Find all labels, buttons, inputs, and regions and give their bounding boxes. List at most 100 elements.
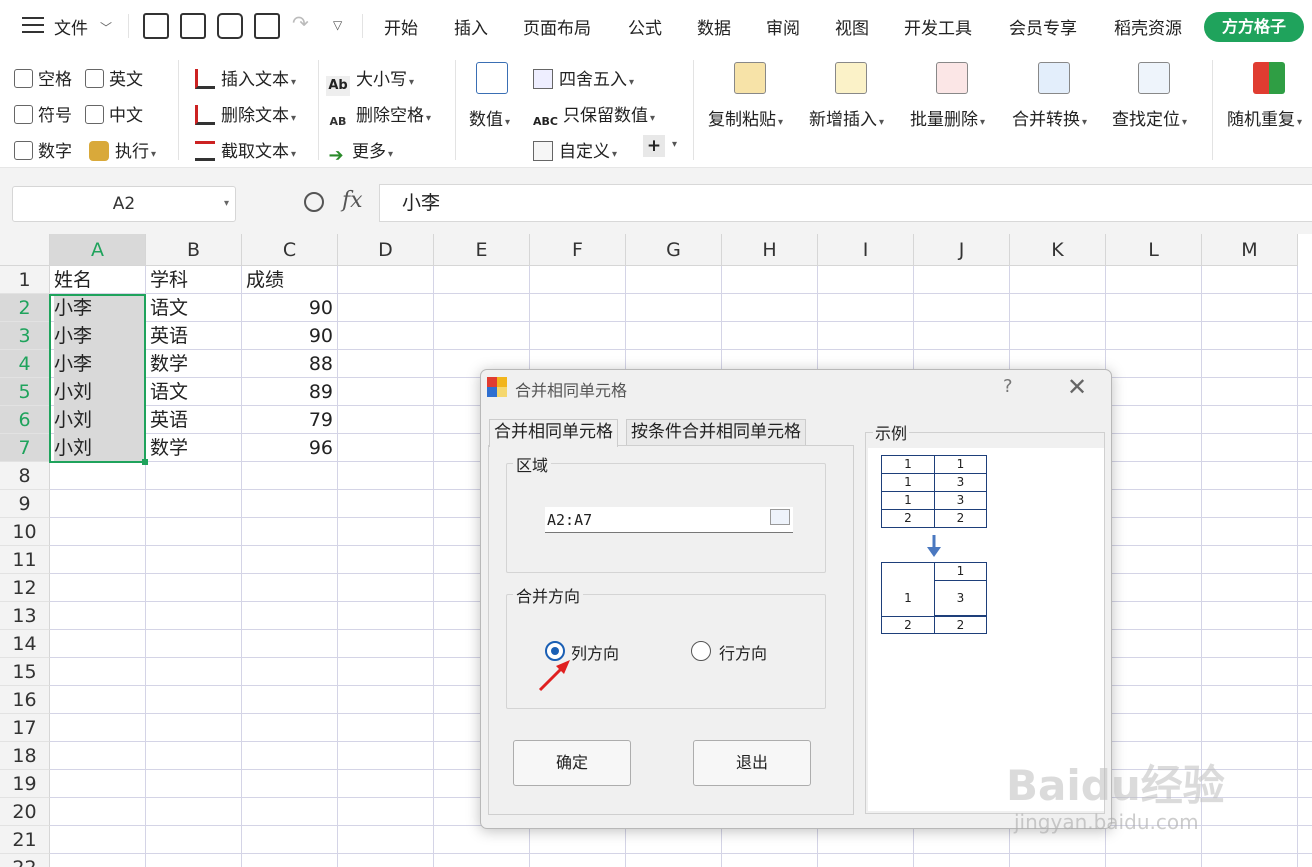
tab-page-layout[interactable]: 页面布局 — [523, 14, 591, 39]
cell[interactable]: 姓名 — [54, 266, 145, 294]
row-header[interactable]: 14 — [0, 630, 50, 658]
row-header[interactable]: 7 — [0, 434, 50, 462]
zoom-icon[interactable] — [304, 192, 324, 212]
row-header[interactable]: 17 — [0, 714, 50, 742]
column-header[interactable]: J — [914, 234, 1010, 266]
cell[interactable]: 英语 — [150, 406, 241, 434]
cell[interactable]: 小李 — [54, 294, 145, 322]
chevron-down-icon[interactable]: ﹀ — [100, 19, 112, 36]
radio-row[interactable] — [691, 641, 711, 661]
delete-text-button[interactable]: 删除文本 ▾ — [195, 101, 296, 126]
row-header[interactable]: 19 — [0, 770, 50, 798]
cell[interactable]: 学科 — [150, 266, 241, 294]
cell[interactable]: 语文 — [150, 378, 241, 406]
random-repeat-button[interactable]: 随机重复 ▾ — [1227, 105, 1302, 130]
row-header[interactable]: 8 — [0, 462, 50, 490]
cell[interactable]: 96 — [242, 434, 337, 462]
find-locate-button[interactable]: 查找定位 ▾ — [1112, 105, 1187, 130]
checkbox-icon[interactable] — [14, 141, 33, 160]
column-header[interactable]: A — [50, 234, 146, 266]
export-icon[interactable] — [180, 13, 206, 39]
tab-data[interactable]: 数据 — [697, 14, 731, 39]
tab-start[interactable]: 开始 — [384, 14, 418, 39]
insert-new-icon[interactable] — [835, 62, 867, 94]
tab-formula[interactable]: 公式 — [628, 14, 662, 39]
checkbox-icon[interactable] — [85, 69, 104, 88]
cell[interactable]: 小刘 — [54, 434, 145, 462]
cell[interactable]: 数学 — [150, 434, 241, 462]
remove-space-button[interactable]: AB 删除空格 ▾ — [326, 101, 431, 132]
cell[interactable]: 小刘 — [54, 378, 145, 406]
row-header[interactable]: 5 — [0, 378, 50, 406]
more-quick-icon[interactable]: ▽ — [333, 18, 342, 32]
row-header[interactable]: 9 — [0, 490, 50, 518]
save-icon[interactable] — [143, 13, 169, 39]
check-chinese[interactable]: 中文 — [85, 101, 143, 126]
check-space[interactable]: 空格 — [14, 65, 72, 90]
print-preview-icon[interactable] — [254, 13, 280, 39]
row-header[interactable]: 21 — [0, 826, 50, 854]
row-header[interactable]: 4 — [0, 350, 50, 378]
radio-column-label[interactable]: 列方向 — [571, 640, 619, 664]
row-header[interactable]: 15 — [0, 658, 50, 686]
cell[interactable]: 小李 — [54, 350, 145, 378]
custom-button[interactable]: 自定义 ▾ — [533, 137, 617, 162]
name-box[interactable]: A2 ▾ — [12, 186, 236, 222]
execute-button[interactable]: 执行 ▾ — [89, 137, 156, 162]
row-header[interactable]: 3 — [0, 322, 50, 350]
cell[interactable]: 90 — [242, 294, 337, 322]
batch-delete-icon[interactable] — [936, 62, 968, 94]
row-header[interactable]: 20 — [0, 798, 50, 826]
tab-docer[interactable]: 稻壳资源 — [1114, 14, 1182, 39]
column-header[interactable]: I — [818, 234, 914, 266]
row-header[interactable]: 2 — [0, 294, 50, 322]
row-header[interactable]: 12 — [0, 574, 50, 602]
tab-insert[interactable]: 插入 — [454, 14, 488, 39]
column-header[interactable]: M — [1202, 234, 1298, 266]
column-header[interactable]: K — [1010, 234, 1106, 266]
extract-text-button[interactable]: 截取文本 ▾ — [195, 137, 296, 162]
fill-handle[interactable] — [142, 459, 148, 465]
row-header[interactable]: 1 — [0, 266, 50, 294]
cell[interactable]: 89 — [242, 378, 337, 406]
round-button[interactable]: 四舍五入 ▾ — [533, 65, 634, 90]
copy-paste-button[interactable]: 复制粘贴 ▾ — [708, 105, 783, 130]
merge-convert-icon[interactable] — [1038, 62, 1070, 94]
print-icon[interactable] — [217, 13, 243, 39]
name-box-dropdown-icon[interactable]: ▾ — [224, 187, 229, 221]
checkbox-icon[interactable] — [14, 69, 33, 88]
cell[interactable]: 90 — [242, 322, 337, 350]
radio-row-label[interactable]: 行方向 — [719, 640, 767, 664]
column-header[interactable]: E — [434, 234, 530, 266]
column-header[interactable]: B — [146, 234, 242, 266]
tab-ffcell[interactable]: 方方格子 — [1204, 12, 1304, 42]
cell[interactable]: 数学 — [150, 350, 241, 378]
exit-button[interactable]: 退出 — [693, 740, 811, 786]
cell[interactable]: 语文 — [150, 294, 241, 322]
more-button[interactable]: ➔ 更多 ▾ — [326, 137, 393, 166]
ok-button[interactable]: 确定 — [513, 740, 631, 786]
row-header[interactable]: 16 — [0, 686, 50, 714]
keep-value-button[interactable]: ABC 只保留数值 ▾ — [533, 101, 655, 132]
cell[interactable]: 小李 — [54, 322, 145, 350]
check-number[interactable]: 数字 — [14, 137, 72, 162]
column-header[interactable]: D — [338, 234, 434, 266]
close-icon[interactable]: ✕ — [1067, 373, 1087, 401]
row-header[interactable]: 6 — [0, 406, 50, 434]
column-header[interactable]: G — [626, 234, 722, 266]
tab-merge-same[interactable]: 合并相同单元格 — [489, 419, 618, 447]
insert-text-button[interactable]: 插入文本 ▾ — [195, 65, 296, 90]
add-button[interactable]: + — [643, 135, 665, 157]
redo-icon[interactable]: ↷ — [292, 11, 309, 35]
find-locate-icon[interactable] — [1138, 62, 1170, 94]
tab-member[interactable]: 会员专享 — [1009, 14, 1077, 39]
row-header[interactable]: 18 — [0, 742, 50, 770]
insert-new-button[interactable]: 新增插入 ▾ — [809, 105, 884, 130]
checkbox-icon[interactable] — [14, 105, 33, 124]
range-input[interactable]: A2:A7 — [545, 507, 793, 533]
row-header[interactable]: 10 — [0, 518, 50, 546]
case-button[interactable]: Ab 大小写 ▾ — [326, 65, 414, 96]
cell[interactable]: 英语 — [150, 322, 241, 350]
merge-convert-button[interactable]: 合并转换 ▾ — [1012, 105, 1087, 130]
tab-review[interactable]: 审阅 — [766, 14, 800, 39]
